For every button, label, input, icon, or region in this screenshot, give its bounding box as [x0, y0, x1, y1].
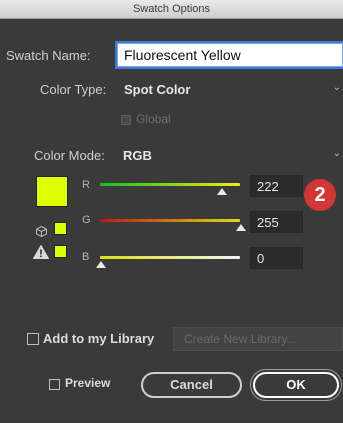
color-type-value: Spot Color: [124, 82, 191, 97]
chevron-down-icon: ⌄: [332, 82, 341, 93]
color-preview-swatch: [36, 176, 68, 207]
channel-r-label: R: [82, 179, 90, 191]
b-slider-handle[interactable]: [96, 261, 106, 268]
web-safe-swatch[interactable]: [54, 222, 67, 235]
warning-icon: [32, 244, 50, 259]
b-value: 0: [257, 251, 265, 266]
cancel-button[interactable]: Cancel: [141, 372, 242, 398]
dialog-title: Swatch Options: [132, 3, 211, 15]
channel-b-label: B: [82, 251, 90, 263]
step-badge: 2: [304, 179, 336, 211]
title-bar[interactable]: Swatch Options: [0, 0, 343, 19]
global-checkbox[interactable]: [121, 115, 131, 125]
preview-label: Preview: [65, 376, 111, 390]
gamut-warning-swatch[interactable]: [54, 245, 67, 258]
color-type-label: Color Type:: [40, 82, 107, 97]
b-slider[interactable]: [100, 256, 240, 259]
r-slider[interactable]: [100, 183, 240, 186]
g-value: 255: [257, 215, 279, 230]
color-mode-value: RGB: [123, 148, 152, 163]
preview-checkbox[interactable]: [49, 379, 60, 390]
color-mode-label: Color Mode:: [34, 148, 105, 163]
ok-button[interactable]: OK: [250, 369, 342, 401]
b-value-field[interactable]: 0: [250, 247, 303, 269]
add-to-library-checkbox[interactable]: [27, 333, 39, 345]
color-mode-select[interactable]: RGB ⌄: [117, 145, 343, 167]
add-to-library-label: Add to my Library: [43, 331, 155, 346]
r-slider-handle[interactable]: [217, 188, 227, 195]
global-label: Global: [136, 112, 171, 126]
r-value: 222: [257, 179, 279, 194]
cube-icon: [36, 224, 47, 238]
swatch-options-dialog: Swatch Options Swatch Name: Color Type: …: [0, 0, 343, 423]
g-value-field[interactable]: 255: [250, 211, 303, 233]
create-new-library-select[interactable]: Create New Library...: [173, 327, 343, 351]
color-type-select[interactable]: Spot Color ⌄: [118, 79, 343, 101]
g-slider[interactable]: [100, 219, 240, 222]
channel-g-label: G: [82, 214, 91, 226]
chevron-down-icon: ⌄: [332, 148, 341, 159]
g-slider-handle[interactable]: [236, 224, 246, 231]
swatch-name-input[interactable]: [118, 44, 342, 66]
r-value-field[interactable]: 222: [250, 175, 303, 197]
swatch-name-field[interactable]: [117, 43, 343, 67]
create-new-library-label: Create New Library...: [184, 332, 297, 346]
swatch-name-label: Swatch Name:: [6, 48, 91, 63]
